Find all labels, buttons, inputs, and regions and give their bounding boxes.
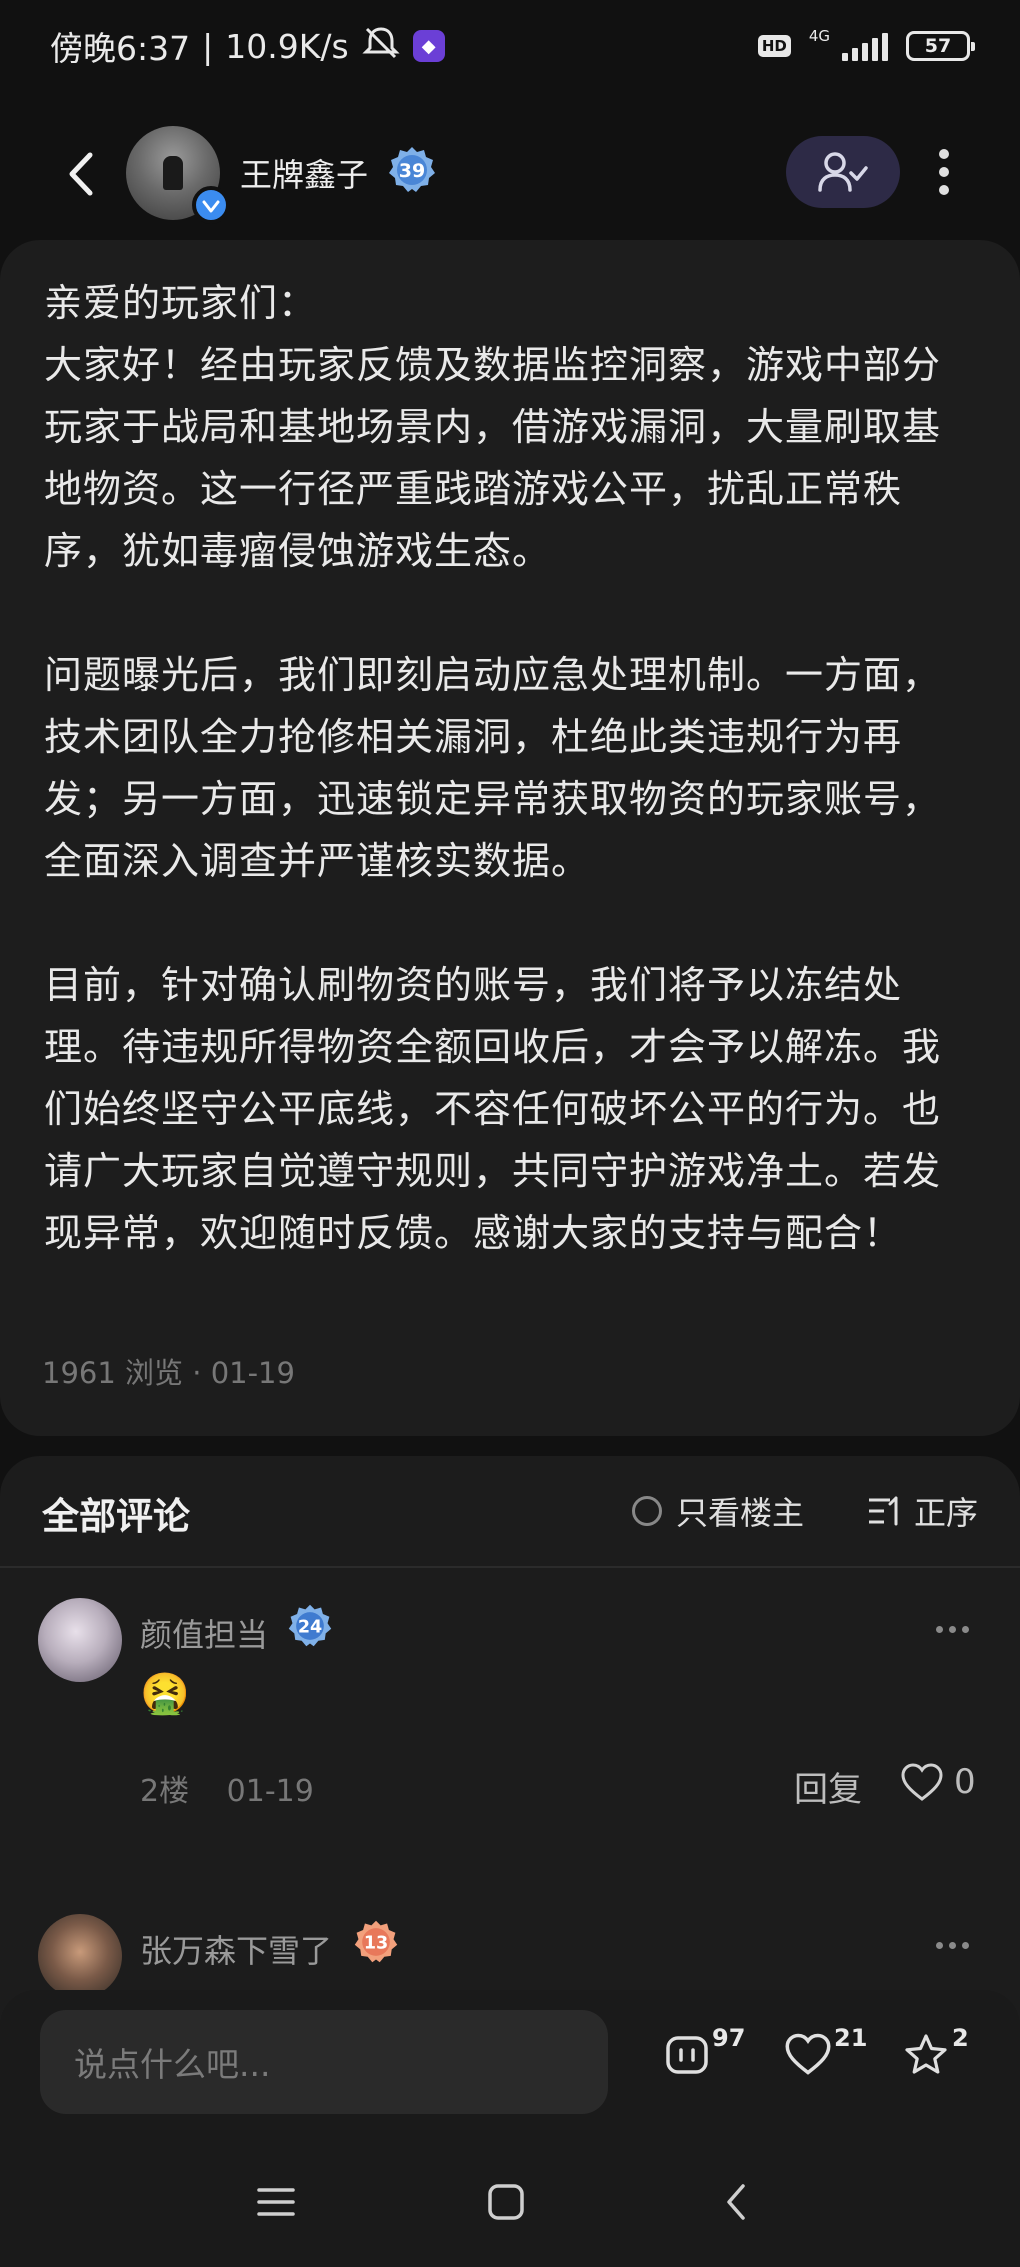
follow-button[interactable] bbox=[786, 136, 900, 208]
comment-count: 97 bbox=[712, 2024, 746, 2052]
post-body: 亲爱的玩家们： 大家好！经由玩家反馈及数据监控洞察，游戏中部分玩家于战局和基地场… bbox=[44, 272, 976, 1264]
comment-input[interactable]: 说点什么吧... bbox=[40, 2010, 608, 2114]
post-meta: 1961 浏览 · 01-19 bbox=[42, 1356, 295, 1390]
comment-like-button[interactable]: 0 bbox=[900, 1762, 976, 1802]
system-nav-bar bbox=[0, 2150, 1020, 2267]
comments-header: 全部评论 只看楼主 正序 bbox=[0, 1456, 1020, 1568]
signal-icon bbox=[842, 31, 888, 61]
commenter-avatar[interactable] bbox=[38, 1914, 122, 1998]
back-icon[interactable] bbox=[706, 2172, 766, 2232]
back-arrow-icon bbox=[69, 152, 93, 196]
comment-icon bbox=[666, 2036, 708, 2074]
level-text: 39 bbox=[399, 160, 425, 182]
post-paragraph: 大家好！经由玩家反馈及数据监控洞察，游戏中部分玩家于战局和基地场景内，借游戏漏洞… bbox=[44, 343, 942, 573]
battery-level: 57 bbox=[924, 35, 952, 57]
verified-icon bbox=[192, 186, 230, 224]
sort-icon bbox=[869, 1496, 898, 1526]
post-header: 王牌鑫子 39 bbox=[0, 120, 1020, 230]
radio-icon bbox=[632, 1496, 662, 1526]
only-host-toggle[interactable]: 只看楼主 bbox=[632, 1488, 804, 1534]
heart-icon bbox=[785, 2033, 831, 2075]
menu-icon[interactable] bbox=[246, 2172, 306, 2232]
home-icon[interactable] bbox=[476, 2172, 536, 2232]
status-right: HD 4G 57 bbox=[757, 27, 975, 61]
author-name[interactable]: 王牌鑫子 bbox=[240, 150, 368, 196]
commenter-name[interactable]: 颜值担当 bbox=[140, 1610, 268, 1656]
comments-title: 全部评论 bbox=[42, 1495, 190, 1538]
comment-item: 颜值担当 24 🤮 2楼 01-19 回复 0 bbox=[0, 1598, 1020, 1818]
status-bar: 傍晚6:37 | 10.9K/s ◆ HD 4G 57 bbox=[0, 0, 1020, 92]
bottom-bar: 说点什么吧... 97 21 2 bbox=[0, 1990, 1020, 2267]
comment-date: 01-19 bbox=[226, 1774, 314, 1809]
level-badge: 39 bbox=[386, 144, 438, 196]
commenter-name[interactable]: 张万森下雪了 bbox=[140, 1926, 332, 1972]
post-greeting: 亲爱的玩家们： bbox=[44, 281, 318, 325]
heart-icon bbox=[901, 1763, 943, 1801]
status-divider: | bbox=[202, 26, 214, 66]
favorite-button[interactable]: 2 bbox=[902, 2024, 969, 2078]
mute-bell-icon bbox=[361, 25, 401, 67]
level-text: 24 bbox=[298, 1617, 322, 1637]
comment-floor: 2楼 bbox=[140, 1774, 190, 1809]
status-speed: 10.9K/s bbox=[225, 26, 349, 66]
back-button[interactable] bbox=[50, 144, 110, 204]
post-paragraph: 问题曝光后，我们即刻启动应急处理机制。一方面，技术团队全力抢修相关漏洞，杜绝此类… bbox=[44, 653, 942, 883]
like-count: 21 bbox=[834, 2024, 868, 2052]
sort-button[interactable]: 正序 bbox=[866, 1488, 978, 1534]
like-button[interactable]: 21 bbox=[784, 2024, 867, 2076]
star-count: 2 bbox=[952, 2024, 969, 2052]
status-time: 傍晚6:37 bbox=[50, 29, 191, 68]
status-left: 傍晚6:37 | 10.9K/s ◆ bbox=[50, 22, 445, 70]
post-date: 01-19 bbox=[210, 1356, 295, 1390]
hd-badge: HD bbox=[757, 35, 791, 57]
battery-icon: 57 bbox=[906, 31, 975, 61]
post-card: 亲爱的玩家们： 大家好！经由玩家反馈及数据监控洞察，游戏中部分玩家于战局和基地场… bbox=[0, 240, 1020, 1436]
follow-user-icon bbox=[818, 152, 868, 192]
level-text: 13 bbox=[364, 1933, 388, 1953]
level-badge: 24 bbox=[286, 1602, 334, 1650]
level-badge: 13 bbox=[352, 1918, 400, 1966]
more-vertical-icon[interactable] bbox=[924, 140, 964, 204]
reply-button[interactable]: 回复 bbox=[794, 1762, 862, 1811]
view-count: 1961 浏览 bbox=[42, 1356, 184, 1390]
comment-meta: 2楼 01-19 bbox=[140, 1766, 314, 1810]
post-paragraph: 目前，针对确认刷物资的账号，我们将予以冻结处理。待违规所得物资全额回收后，才会予… bbox=[44, 963, 942, 1255]
sort-label: 正序 bbox=[914, 1494, 979, 1532]
comment-button[interactable]: 97 bbox=[664, 2024, 745, 2078]
comment-content: 🤮 bbox=[140, 1671, 190, 1717]
comment-like-count: 0 bbox=[954, 1762, 976, 1802]
only-host-label: 只看楼主 bbox=[676, 1494, 805, 1532]
star-icon bbox=[905, 2034, 947, 2074]
comment-more-icon[interactable] bbox=[936, 1626, 969, 1633]
commenter-avatar[interactable] bbox=[38, 1598, 122, 1682]
network-label: 4G bbox=[808, 27, 830, 45]
comment-more-icon[interactable] bbox=[936, 1942, 969, 1949]
app-icon: ◆ bbox=[412, 30, 445, 62]
